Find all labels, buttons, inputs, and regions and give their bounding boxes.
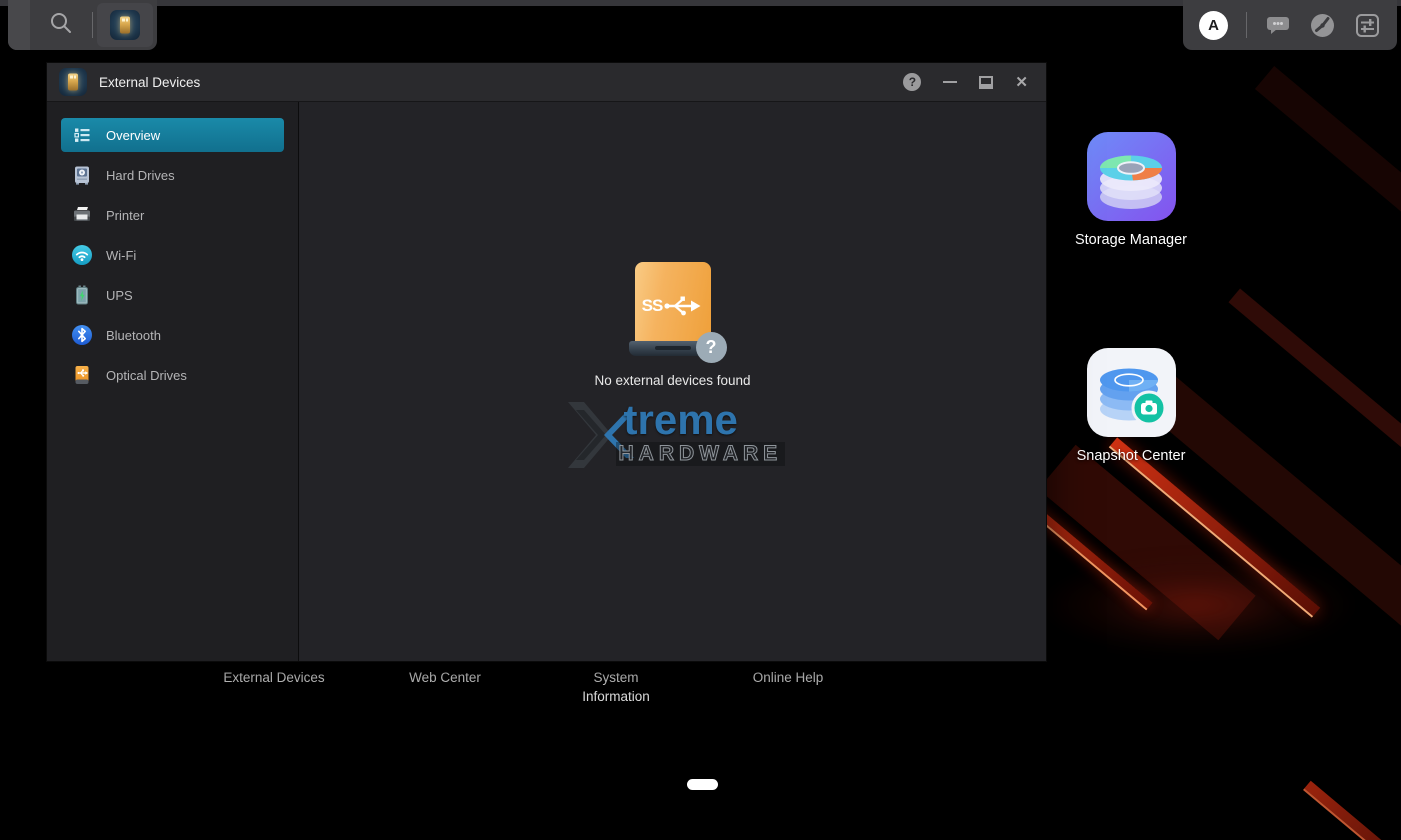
hard-drive-icon: [71, 164, 93, 186]
desktop-icon-storage-manager[interactable]: Storage Manager: [1056, 131, 1206, 248]
window-content: SS ? No external d: [299, 102, 1046, 661]
empty-state-text: No external devices found: [594, 373, 750, 388]
activity-monitor-icon[interactable]: [1309, 12, 1336, 39]
watermark-treme-text: treme: [624, 396, 738, 444]
question-badge: ?: [696, 332, 727, 363]
usb-trident-icon: [663, 293, 703, 319]
window-titlebar[interactable]: External Devices ? ✕: [47, 63, 1046, 102]
taskbar-divider: [92, 12, 93, 38]
printer-icon: [71, 204, 93, 226]
desktop-icon-label-web-center[interactable]: Web Center: [375, 668, 515, 687]
sidebar-item-ups[interactable]: UPS: [61, 278, 284, 312]
taskbar-left: [8, 0, 157, 50]
external-devices-app-icon: [110, 10, 140, 40]
taskbar-right: A: [1183, 0, 1397, 50]
user-avatar[interactable]: A: [1199, 11, 1228, 40]
minimize-button[interactable]: [943, 81, 957, 83]
desktop-icon-snapshot-center[interactable]: Snapshot Center: [1056, 347, 1206, 464]
usb-device-graphic: SS ?: [625, 262, 721, 356]
window-title-icon: [59, 68, 87, 96]
help-button[interactable]: ?: [903, 73, 921, 91]
sidebar-item-bluetooth[interactable]: Bluetooth: [61, 318, 284, 352]
sidebar-item-label: Bluetooth: [106, 328, 161, 343]
storage-manager-icon: [1086, 131, 1177, 222]
sidebar-item-label: Printer: [106, 208, 144, 223]
wallpaper-streak: [1303, 781, 1401, 840]
bluetooth-icon: [71, 324, 93, 346]
sidebar-item-label: Hard Drives: [106, 168, 175, 183]
desktop-icon-label: Snapshot Center: [1077, 448, 1186, 464]
sidebar-item-optical-drives[interactable]: Optical Drives: [61, 358, 284, 392]
sidebar-item-hard-drives[interactable]: Hard Drives: [61, 158, 284, 192]
usb-card: SS: [635, 262, 711, 344]
desktop-icon-label-online-help[interactable]: Online Help: [718, 668, 858, 687]
sidebar-item-printer[interactable]: Printer: [61, 198, 284, 232]
sidebar-item-label: Overview: [106, 128, 160, 143]
taskbar-app-external-devices[interactable]: [97, 3, 153, 47]
overview-list-icon: [71, 124, 93, 146]
home-indicator-pill[interactable]: [687, 779, 718, 790]
snapshot-center-icon: [1086, 347, 1177, 438]
window-title: External Devices: [99, 75, 891, 90]
close-button[interactable]: ✕: [1015, 75, 1028, 90]
desktop-icon-label: Storage Manager: [1075, 232, 1187, 248]
desktop-icon-label-system-information[interactable]: System Information: [568, 668, 664, 706]
preferences-icon[interactable]: [1354, 12, 1381, 39]
taskbar-divider: [1246, 12, 1247, 38]
external-devices-window: External Devices ? ✕: [46, 62, 1047, 662]
optical-drive-icon: [71, 364, 93, 386]
search-icon: [48, 10, 74, 41]
maximize-button[interactable]: [979, 76, 993, 89]
desktop-icon-label-external-devices[interactable]: External Devices: [204, 668, 344, 687]
sidebar-item-label: UPS: [106, 288, 133, 303]
sidebar-item-wifi[interactable]: Wi-Fi: [61, 238, 284, 272]
sidebar-item-label: Wi-Fi: [106, 248, 136, 263]
ups-battery-icon: [71, 284, 93, 306]
taskbar-left-edge: [8, 0, 30, 50]
sidebar-item-label: Optical Drives: [106, 368, 187, 383]
watermark-hardware-text: HARDWARE: [616, 442, 786, 466]
sidebar-item-overview[interactable]: Overview: [61, 118, 284, 152]
window-sidebar: Overview Hard Drives: [47, 102, 299, 661]
wallpaper-streak: [1255, 66, 1401, 224]
search-button[interactable]: [30, 0, 92, 50]
wifi-icon: [71, 244, 93, 266]
ss-usb-logo-text: SS: [642, 296, 663, 316]
xtreme-hardware-watermark: treme HARDWARE: [568, 400, 778, 470]
notifications-chat-icon[interactable]: [1265, 13, 1291, 37]
